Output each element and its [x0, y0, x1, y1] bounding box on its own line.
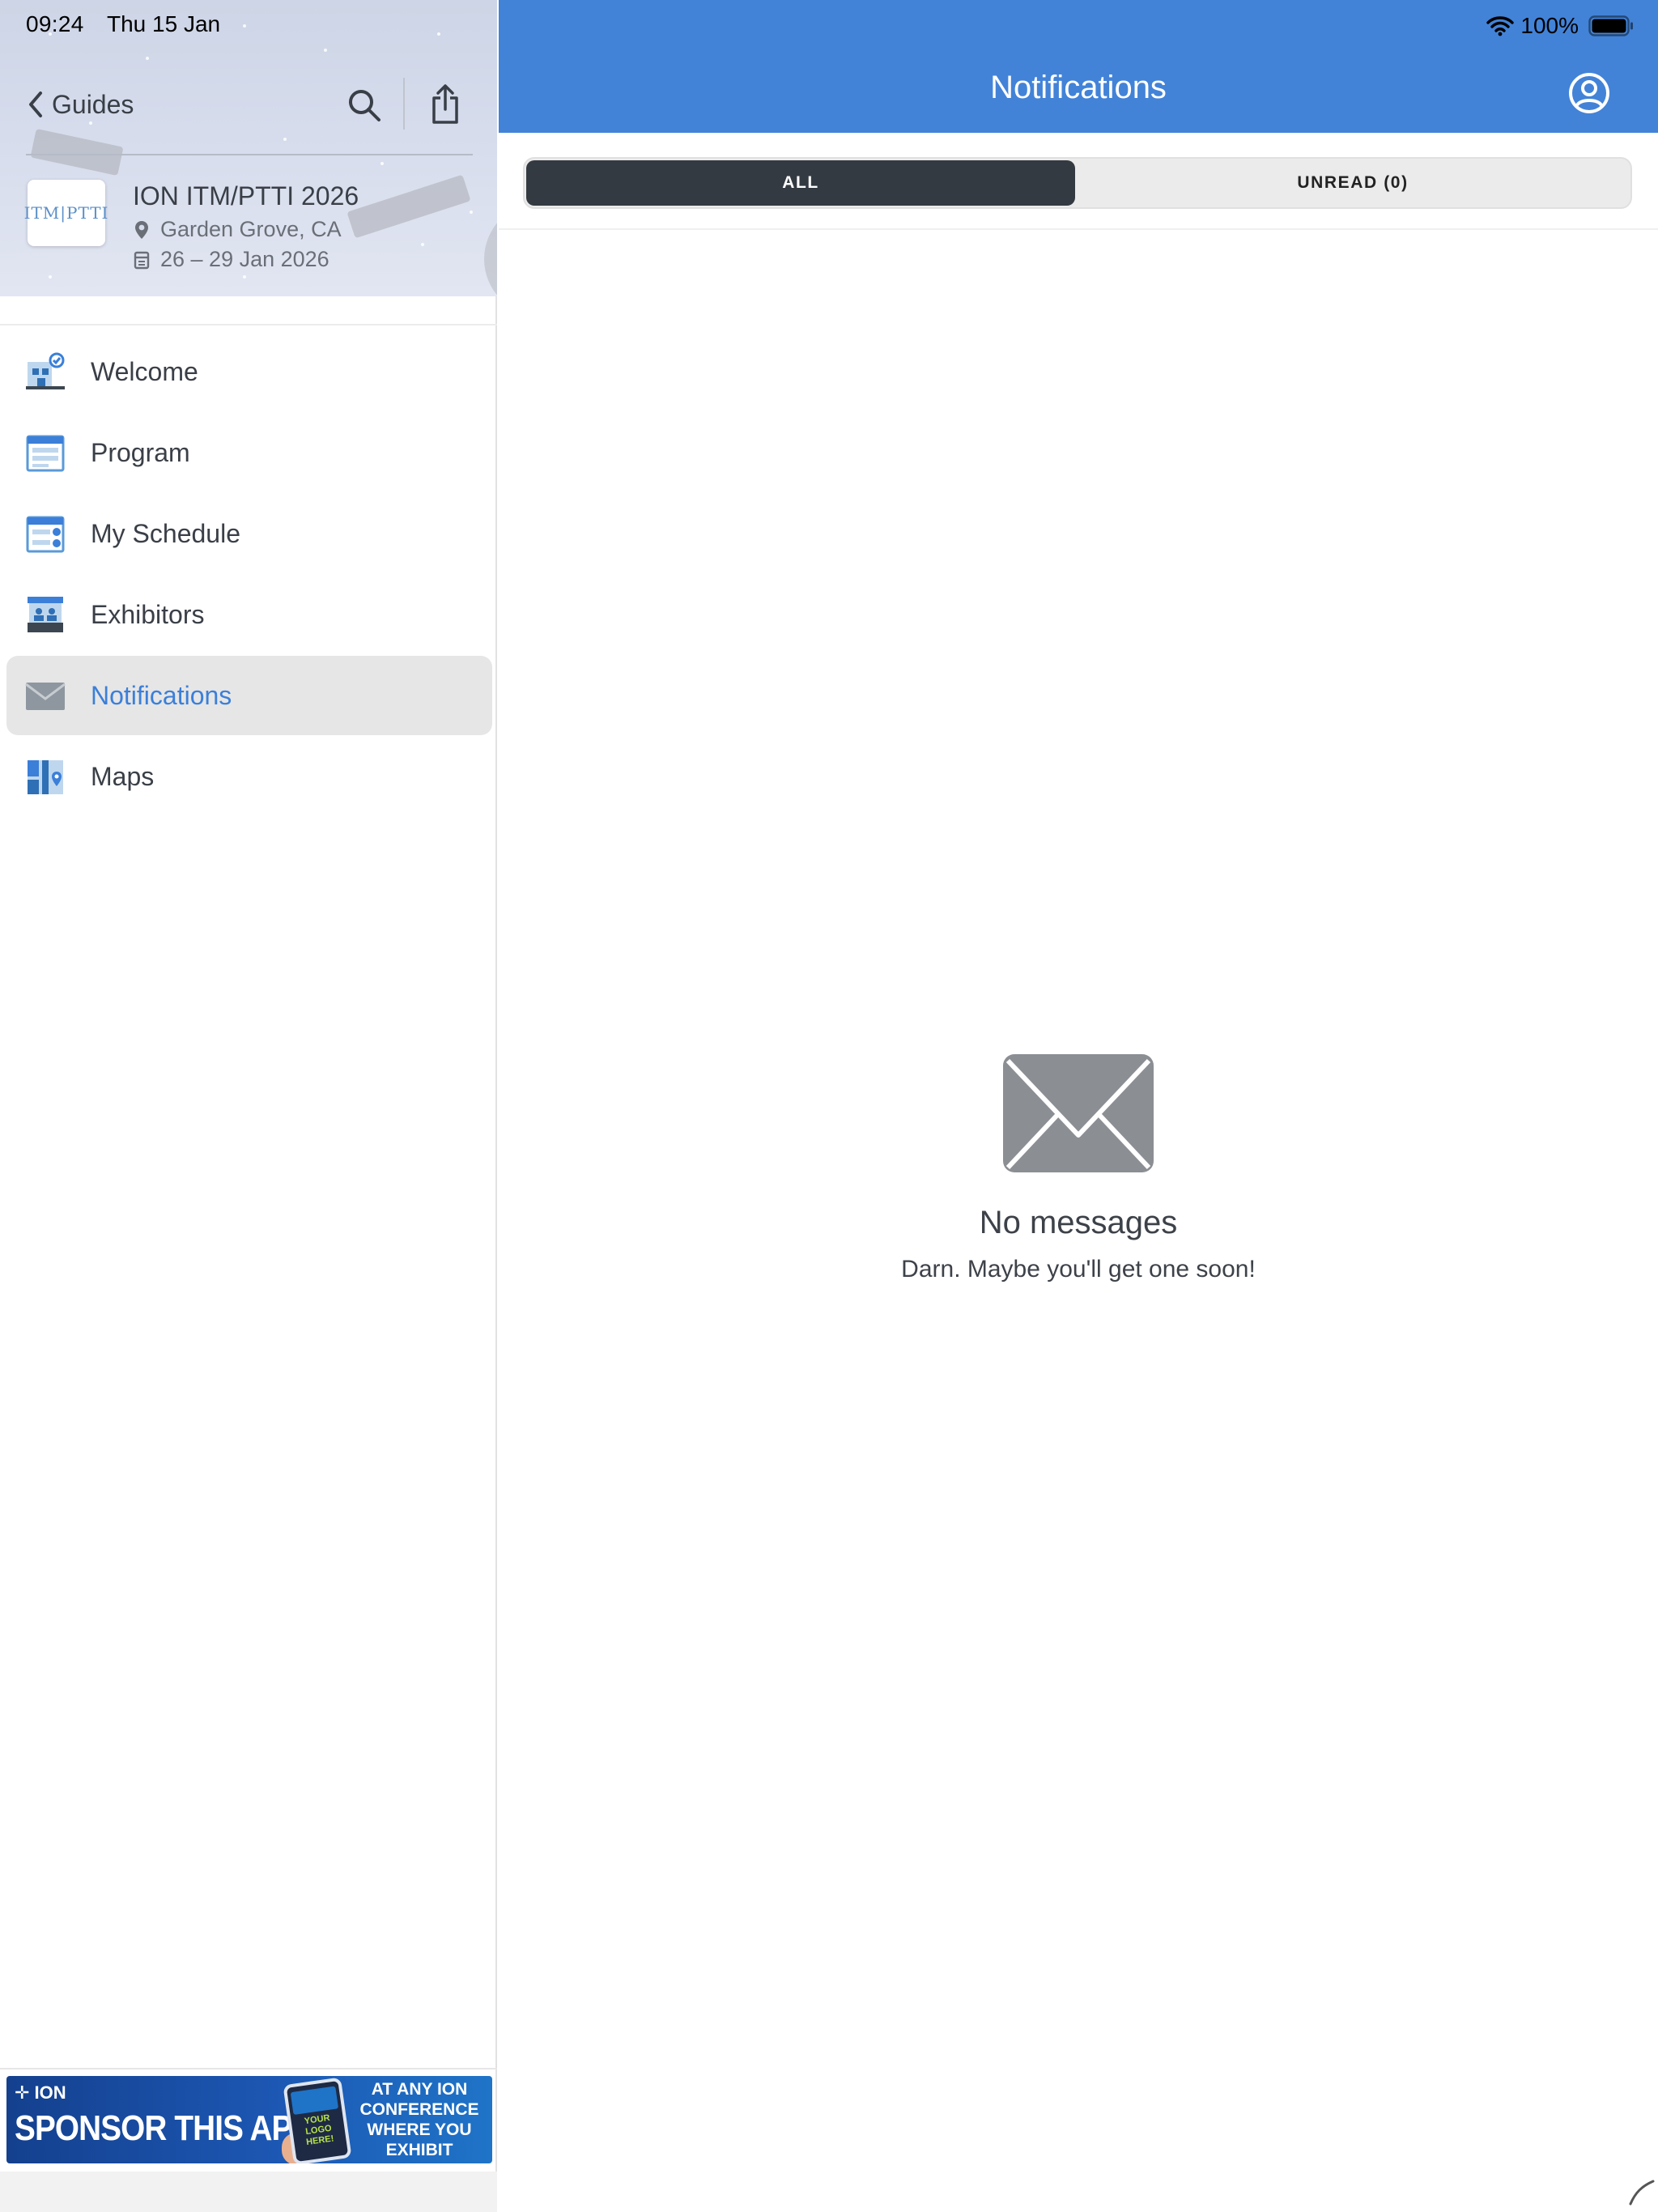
banner-phone-text: YOUR LOGO HERE!: [304, 2112, 335, 2148]
resize-handle-icon[interactable]: [1627, 2178, 1655, 2206]
back-button[interactable]: Guides: [24, 84, 134, 125]
banner-brand: ✛ ION: [15, 2082, 66, 2103]
sidebar-item-exhibitors[interactable]: Exhibitors: [6, 575, 492, 654]
content-divider: [499, 228, 1658, 230]
empty-state: No messages Darn. Maybe you'll get one s…: [499, 1053, 1658, 1283]
header-divider: [403, 78, 405, 130]
search-icon: [349, 90, 380, 121]
share-icon: [432, 84, 458, 124]
sidebar-footer: [0, 2172, 497, 2212]
wifi-icon: [1486, 16, 1515, 36]
event-logo: ITM|PTTI: [24, 180, 108, 246]
sidebar-item-program[interactable]: Program: [6, 413, 492, 492]
header-bottom-divider: [0, 324, 497, 325]
calendar-icon: [26, 435, 65, 472]
sidebar-item-label: Notifications: [91, 680, 232, 710]
event-header: 09:24 Thu 15 Jan Guides ITM|PTTI ION ITM…: [0, 0, 497, 296]
event-logo-text: ITM|PTTI: [23, 203, 109, 223]
satellite-decoration: [30, 128, 124, 177]
profile-icon[interactable]: [1567, 71, 1611, 115]
main-panel: 100% Notifications ALL UNREAD (0) No mes…: [499, 0, 1658, 2212]
sidebar-item-label: Exhibitors: [91, 599, 205, 629]
banner-headline: SPONSOR THIS APP: [15, 2108, 312, 2148]
sidebar-item-label: Program: [91, 437, 190, 467]
location-pin-icon: [135, 220, 148, 239]
status-date: Thu 15 Jan: [107, 11, 221, 36]
planet-decoration: [484, 202, 497, 296]
exhibitor-booth-icon: [28, 597, 63, 632]
sidebar-item-label: My Schedule: [91, 518, 240, 548]
banner-divider: [0, 2068, 497, 2069]
event-dates: 26 – 29 Jan 2026: [133, 247, 329, 272]
schedule-check-icon: [26, 516, 65, 553]
notification-filter-tabs: ALL UNREAD (0): [523, 157, 1632, 209]
search-button[interactable]: [340, 81, 389, 130]
welcome-icon: [26, 352, 65, 389]
satellite-decoration: [346, 174, 471, 239]
page-title: Notifications: [990, 70, 1167, 105]
sidebar-item-maps[interactable]: Maps: [6, 737, 492, 816]
tab-all[interactable]: ALL: [526, 160, 1075, 206]
event-dates-text: 26 – 29 Jan 2026: [160, 247, 329, 271]
sidebar-item-label: Welcome: [91, 356, 198, 386]
chevron-left-icon: [29, 91, 42, 117]
map-pin-icon: [28, 760, 63, 794]
banner-brand-text: ION: [34, 2082, 66, 2103]
status-indicators: 100%: [1486, 11, 1634, 40]
sidebar: 09:24 Thu 15 Jan Guides ITM|PTTI ION ITM…: [0, 0, 497, 2212]
sidebar-item-welcome[interactable]: Welcome: [6, 332, 492, 411]
sidebar-item-my-schedule[interactable]: My Schedule: [6, 494, 492, 573]
header-divider: [26, 154, 473, 155]
banner-tagline: AT ANY ION CONFERENCE WHERE YOU EXHIBIT: [359, 2080, 479, 2159]
battery-percent: 100%: [1520, 13, 1579, 38]
envelope-icon: [25, 683, 66, 710]
phone-illustration: YOUR LOGO HERE!: [283, 2077, 352, 2163]
sponsor-banner[interactable]: ✛ ION SPONSOR THIS APP YOUR LOGO HERE! A…: [6, 2076, 492, 2163]
status-time: 09:24: [26, 11, 84, 36]
envelope-icon: [1003, 1054, 1154, 1172]
event-location-text: Garden Grove, CA: [160, 217, 342, 241]
empty-state-title: No messages: [979, 1205, 1178, 1240]
empty-state-subtitle: Darn. Maybe you'll get one soon!: [901, 1256, 1256, 1283]
tab-unread[interactable]: UNREAD (0): [1075, 160, 1630, 206]
back-button-label: Guides: [52, 89, 134, 119]
battery-icon: [1588, 15, 1633, 36]
sidebar-item-notifications[interactable]: Notifications: [6, 656, 492, 735]
top-bar: 100% Notifications: [499, 0, 1658, 133]
share-button[interactable]: [421, 78, 470, 131]
event-title: ION ITM/PTTI 2026: [133, 181, 359, 211]
sidebar-item-label: Maps: [91, 761, 155, 791]
phone-screen: [290, 2086, 339, 2116]
event-location: Garden Grove, CA: [133, 217, 342, 242]
calendar-small-icon: [134, 251, 150, 269]
